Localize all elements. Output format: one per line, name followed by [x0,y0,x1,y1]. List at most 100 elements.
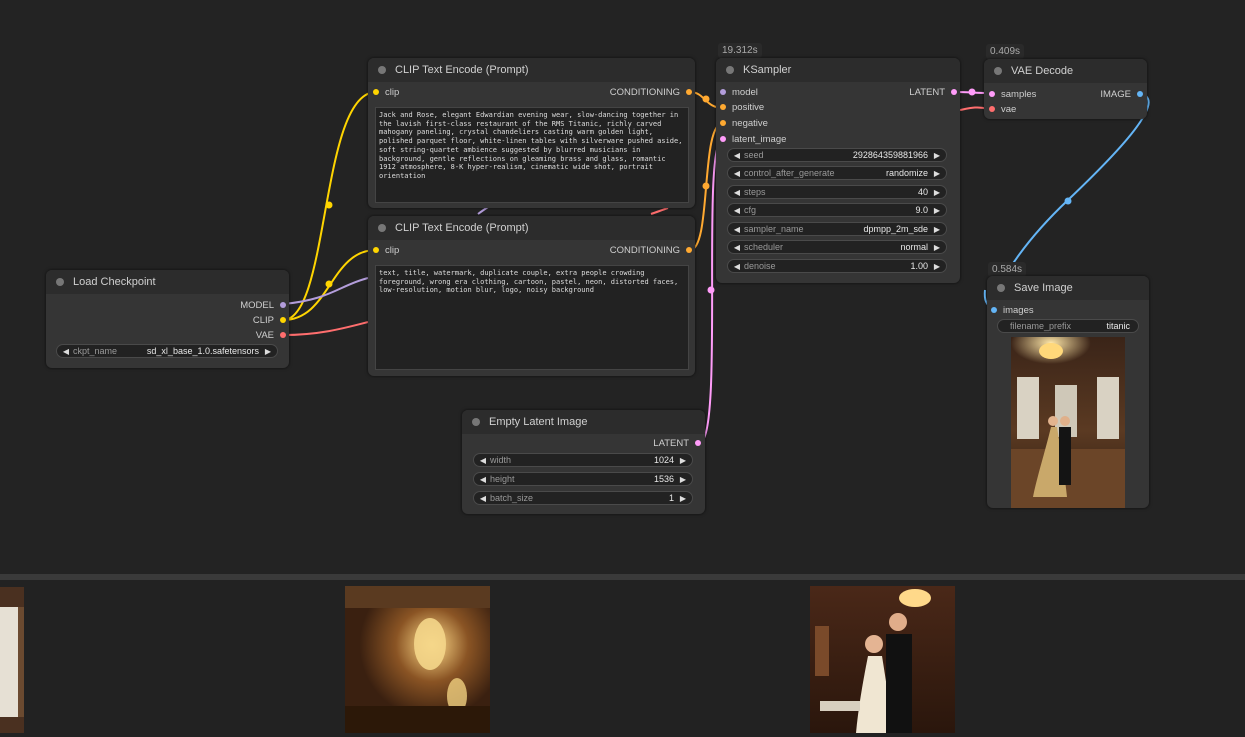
node-clip-text-encode-negative[interactable]: CLIP Text Encode (Prompt) clip CONDITION… [368,216,695,376]
output-conditioning[interactable]: CONDITIONING [610,243,692,257]
node-header[interactable]: CLIP Text Encode (Prompt) [368,216,695,240]
arrow-right-icon[interactable]: ▶ [932,262,942,271]
arrow-right-icon[interactable]: ▶ [932,188,942,197]
node-ksampler[interactable]: KSampler model positive negative latent_… [716,58,960,283]
slot-dot-icon[interactable] [280,317,286,323]
slot-dot-icon[interactable] [991,307,997,313]
slot-dot-icon[interactable] [989,91,995,97]
slot-dot-icon[interactable] [695,440,701,446]
collapse-dot-icon[interactable] [997,284,1005,292]
arrow-right-icon[interactable]: ▶ [932,169,942,178]
slot-dot-icon[interactable] [1137,91,1143,97]
collapse-dot-icon[interactable] [472,418,480,426]
node-header[interactable]: Empty Latent Image [462,410,705,434]
arrow-right-icon[interactable]: ▶ [263,347,273,356]
slot-dot-icon[interactable] [280,302,286,308]
arrow-left-icon[interactable]: ◀ [478,475,488,484]
arrow-left-icon[interactable]: ◀ [732,262,742,271]
arrow-left-icon[interactable]: ◀ [732,188,742,197]
slot-dot-icon[interactable] [686,89,692,95]
ckpt-name-combo[interactable]: ◀ ckpt_name sd_xl_base_1.0.safetensors ▶ [56,344,278,358]
gallery-thumbnail[interactable] [810,586,955,733]
collapse-dot-icon[interactable] [378,66,386,74]
gallery-thumbnail[interactable] [345,586,490,733]
collapse-dot-icon[interactable] [56,278,64,286]
slot-dot-icon[interactable] [720,104,726,110]
node-save-image[interactable]: Save Image images filename_prefix titani… [987,276,1149,508]
output-model[interactable]: MODEL [209,298,289,312]
collapse-dot-icon[interactable] [378,224,386,232]
seed-widget[interactable]: ◀ seed 292864359881966 ▶ [727,148,947,162]
collapse-dot-icon[interactable] [994,67,1002,75]
arrow-left-icon[interactable]: ◀ [732,206,742,215]
output-latent[interactable]: LATENT [653,436,701,450]
slot-dot-icon[interactable] [951,89,957,95]
node-header[interactable]: VAE Decode [984,59,1147,83]
node-title: CLIP Text Encode (Prompt) [395,64,529,76]
arrow-left-icon[interactable]: ◀ [61,347,71,356]
output-vae[interactable]: VAE [209,328,289,342]
output-preview-image[interactable] [1011,337,1125,508]
arrow-right-icon[interactable]: ▶ [678,456,688,465]
slot-dot-icon[interactable] [720,136,726,142]
node-empty-latent-image[interactable]: Empty Latent Image LATENT ◀ width 1024 ▶… [462,410,705,514]
arrow-right-icon[interactable]: ▶ [932,225,942,234]
output-latent[interactable]: LATENT [909,85,957,99]
prompt-textarea[interactable]: text, title, watermark, duplicate couple… [375,265,689,370]
node-header[interactable]: KSampler [716,58,960,82]
sampler-name-widget[interactable]: ◀ sampler_name dpmpp_2m_sde ▶ [727,222,947,236]
ksampler-timing: 19.312s [718,43,762,58]
denoise-widget[interactable]: ◀ denoise 1.00 ▶ [727,259,947,273]
input-clip[interactable]: clip [373,243,399,257]
cfg-widget[interactable]: ◀ cfg 9.0 ▶ [727,203,947,217]
widget-value: 1.00 [910,261,928,271]
slot-dot-icon[interactable] [720,89,726,95]
output-clip[interactable]: CLIP [209,313,289,327]
control-after-generate-widget[interactable]: ◀ control_after_generate randomize ▶ [727,166,947,180]
arrow-left-icon[interactable]: ◀ [732,225,742,234]
arrow-right-icon[interactable]: ▶ [932,151,942,160]
arrow-left-icon[interactable]: ◀ [478,456,488,465]
arrow-right-icon[interactable]: ▶ [678,475,688,484]
node-clip-text-encode-positive[interactable]: CLIP Text Encode (Prompt) clip CONDITION… [368,58,695,208]
width-widget[interactable]: ◀ width 1024 ▶ [473,453,693,467]
node-header[interactable]: Save Image [987,276,1149,300]
slot-dot-icon[interactable] [373,247,379,253]
input-model[interactable]: model [720,85,758,99]
arrow-left-icon[interactable]: ◀ [478,494,488,503]
arrow-right-icon[interactable]: ▶ [932,206,942,215]
node-graph-canvas[interactable]: Load Checkpoint MODEL CLIP VAE ◀ ckpt_na… [0,0,1245,574]
arrow-left-icon[interactable]: ◀ [732,151,742,160]
widget-label: ckpt_name [73,346,118,356]
slot-dot-icon[interactable] [989,106,995,112]
node-load-checkpoint[interactable]: Load Checkpoint MODEL CLIP VAE ◀ ckpt_na… [46,270,289,368]
filename-prefix-widget[interactable]: filename_prefix titanic [997,319,1139,333]
arrow-left-icon[interactable]: ◀ [732,243,742,252]
height-widget[interactable]: ◀ height 1536 ▶ [473,472,693,486]
steps-widget[interactable]: ◀ steps 40 ▶ [727,185,947,199]
node-vae-decode[interactable]: VAE Decode samples vae IMAGE [984,59,1147,119]
collapse-dot-icon[interactable] [726,66,734,74]
output-image[interactable]: IMAGE [1100,87,1143,101]
input-images[interactable]: images [991,303,1034,317]
slot-dot-icon[interactable] [720,120,726,126]
gallery-thumbnail[interactable] [0,587,24,733]
input-negative[interactable]: negative [720,116,768,130]
arrow-left-icon[interactable]: ◀ [732,169,742,178]
node-header[interactable]: CLIP Text Encode (Prompt) [368,58,695,82]
arrow-right-icon[interactable]: ▶ [932,243,942,252]
prompt-textarea[interactable]: Jack and Rose, elegant Edwardian evening… [375,107,689,203]
scheduler-widget[interactable]: ◀ scheduler normal ▶ [727,240,947,254]
slot-dot-icon[interactable] [686,247,692,253]
slot-dot-icon[interactable] [373,89,379,95]
batch-size-widget[interactable]: ◀ batch_size 1 ▶ [473,491,693,505]
input-clip[interactable]: clip [373,85,399,99]
input-positive[interactable]: positive [720,100,764,114]
node-header[interactable]: Load Checkpoint [46,270,289,294]
slot-dot-icon[interactable] [280,332,286,338]
input-vae[interactable]: vae [989,102,1016,116]
input-samples[interactable]: samples [989,87,1036,101]
input-latent-image[interactable]: latent_image [720,132,786,146]
output-conditioning[interactable]: CONDITIONING [610,85,692,99]
arrow-right-icon[interactable]: ▶ [678,494,688,503]
